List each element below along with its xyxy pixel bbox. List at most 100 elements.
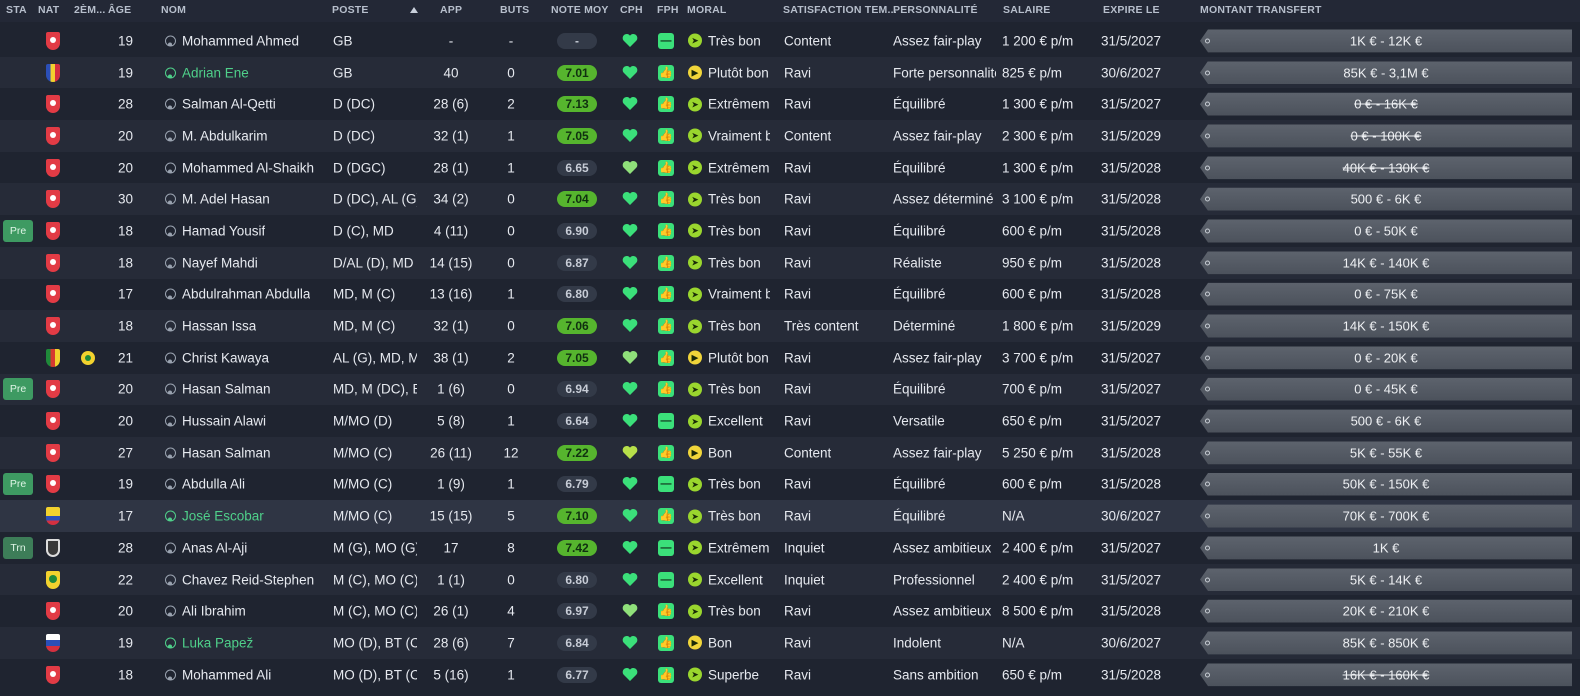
player-name-link[interactable]: José Escobar bbox=[165, 509, 264, 524]
player-name[interactable]: Mohammed Al-Shaikh bbox=[182, 160, 314, 175]
nationality-flag-icon[interactable] bbox=[46, 475, 60, 494]
nationality-flag-icon[interactable] bbox=[46, 507, 60, 526]
transfer-value-badge[interactable]: 0 € - 75K € bbox=[1200, 282, 1572, 306]
player-name[interactable]: Ali Ibrahim bbox=[182, 604, 246, 619]
table-row[interactable]: 18 Hassan Issa MD, M (C) 32 (1) 0 7.06 👍 ➤ Très … bbox=[0, 310, 1580, 342]
player-name[interactable]: Christ Kawaya bbox=[182, 350, 269, 365]
transfer-value-badge[interactable]: 0 € - 20K € bbox=[1200, 346, 1572, 370]
col-montant-header[interactable]: MONTANT TRANSFERT bbox=[1200, 4, 1322, 16]
transfer-value-badge[interactable]: 1K € - 12K € bbox=[1200, 29, 1572, 53]
nationality-flag-icon[interactable] bbox=[46, 95, 60, 114]
col-personnalite-header[interactable]: PERSONNALITÉ bbox=[893, 4, 978, 16]
nationality-flag-icon[interactable] bbox=[46, 126, 60, 145]
col-sta-header[interactable]: STA bbox=[6, 4, 27, 16]
nationality-flag-icon[interactable] bbox=[46, 380, 60, 399]
col-cph-header[interactable]: CPH bbox=[620, 4, 643, 16]
transfer-value-badge[interactable]: 85K € - 850K € bbox=[1200, 631, 1572, 655]
table-row[interactable]: Pre 19 Abdulla Ali M/MO (C) 1 (9) 1 6.79 — ➤ Très… bbox=[0, 468, 1580, 501]
player-name-link[interactable]: M. Abdulkarim bbox=[165, 128, 268, 143]
player-name[interactable]: Abdulrahman Abdulla bbox=[182, 287, 310, 302]
col-age-header[interactable]: ÂGE bbox=[108, 4, 131, 16]
status-badge[interactable]: Pre bbox=[3, 378, 33, 401]
nationality-flag-icon[interactable] bbox=[46, 348, 60, 367]
player-name-link[interactable]: Mohammed Ahmed bbox=[165, 33, 299, 48]
player-name-link[interactable]: Mohammed Al-Shaikh bbox=[165, 160, 314, 175]
nationality-flag-icon[interactable] bbox=[46, 190, 60, 209]
table-row[interactable]: 30 M. Adel Hasan D (DC), AL (G) 34 (2) 0 7.04… bbox=[0, 183, 1580, 216]
nationality-flag-icon[interactable] bbox=[46, 285, 60, 304]
table-row[interactable]: Pre 20 Hasan Salman MD, M (DC), BT 1 (6) 0 6.9… bbox=[0, 373, 1580, 406]
transfer-value-badge[interactable]: 40K € - 130K € bbox=[1200, 156, 1572, 180]
col-nom-header[interactable]: NOM bbox=[161, 4, 186, 16]
nationality-flag-icon[interactable] bbox=[46, 63, 60, 82]
player-name[interactable]: José Escobar bbox=[182, 509, 264, 524]
transfer-value-badge[interactable]: 500 € - 6K € bbox=[1200, 409, 1572, 433]
table-row[interactable]: 18 Mohammed Ali MO (D), BT (C) 5 (16) 1 6.77 👍… bbox=[0, 658, 1580, 691]
nationality-flag-icon[interactable] bbox=[46, 665, 60, 684]
nationality-flag-icon[interactable] bbox=[46, 253, 60, 272]
table-row[interactable]: 22 Chavez Reid-Stephen M (C), MO (C) 1 (1) 0… bbox=[0, 563, 1580, 596]
sort-ascending-icon[interactable] bbox=[410, 7, 418, 13]
nationality-flag-icon[interactable] bbox=[46, 538, 60, 557]
player-name-link[interactable]: Chavez Reid-Stephen bbox=[165, 572, 314, 587]
player-name-link[interactable]: Abdulrahman Abdulla bbox=[165, 287, 310, 302]
player-name[interactable]: Adrian Ene bbox=[182, 65, 249, 80]
table-row[interactable]: 17 José Escobar M/MO (C) 15 (15) 5 7.10 👍 ➤ Très… bbox=[0, 500, 1580, 532]
nationality-flag-icon[interactable] bbox=[46, 31, 60, 50]
player-name[interactable]: Anas Al-Aji bbox=[182, 540, 247, 555]
transfer-value-badge[interactable]: 0 € - 16K € bbox=[1200, 92, 1572, 116]
table-row[interactable]: 27 Hasan Salman M/MO (C) 26 (11) 12 7.22 👍 ▶ Bon… bbox=[0, 436, 1580, 469]
status-badge[interactable]: Trn bbox=[3, 536, 33, 559]
player-name[interactable]: Nayef Mahdi bbox=[182, 255, 258, 270]
transfer-value-badge[interactable]: 20K € - 210K € bbox=[1200, 599, 1572, 623]
second-nationality-flag-icon[interactable] bbox=[81, 350, 95, 365]
table-row[interactable]: 18 Nayef Mahdi D/AL (D), MD 14 (15) 0 6.87 👍 ➤ T… bbox=[0, 246, 1580, 279]
player-name[interactable]: Hussain Alawi bbox=[182, 414, 266, 429]
nationality-flag-icon[interactable] bbox=[46, 221, 60, 240]
nationality-flag-icon[interactable] bbox=[46, 443, 60, 462]
player-name-link[interactable]: Hamad Yousif bbox=[165, 223, 265, 238]
col-expire-header[interactable]: EXPIRE LE bbox=[1103, 4, 1160, 16]
col-salaire-header[interactable]: SALAIRE bbox=[1003, 4, 1051, 16]
player-name[interactable]: Mohammed Ali bbox=[182, 667, 271, 682]
player-name[interactable]: Chavez Reid-Stephen bbox=[182, 572, 314, 587]
player-name-link[interactable]: Luka Papež bbox=[165, 635, 253, 650]
player-name-link[interactable]: Hassan Issa bbox=[165, 319, 256, 334]
col-nat-header[interactable]: NAT bbox=[38, 4, 59, 16]
col-poste-header[interactable]: POSTE bbox=[332, 4, 369, 16]
transfer-value-badge[interactable]: 5K € - 55K € bbox=[1200, 441, 1572, 465]
transfer-value-badge[interactable]: 0 € - 50K € bbox=[1200, 219, 1572, 243]
status-badge[interactable]: Pre bbox=[3, 473, 33, 496]
player-name[interactable]: Abdulla Ali bbox=[182, 477, 245, 492]
col-moral-header[interactable]: MORAL bbox=[687, 4, 727, 16]
player-name[interactable]: Luka Papež bbox=[182, 635, 253, 650]
table-row[interactable]: Pre 18 Hamad Yousif D (C), MD 4 (11) 0 6.90 👍 ➤ T… bbox=[0, 215, 1580, 247]
table-row[interactable]: Trn 28 Anas Al-Aji M (G), MO (G) 17 8 7.42 — ➤ Ex… bbox=[0, 532, 1580, 564]
table-row[interactable]: 28 Salman Al-Qetti D (DC) 28 (6) 2 7.13 👍 ➤ Extr… bbox=[0, 88, 1580, 121]
table-row[interactable]: 20 M. Abdulkarim D (DC) 32 (1) 1 7.05 👍 ➤ Vraime… bbox=[0, 120, 1580, 152]
player-name-link[interactable]: Ali Ibrahim bbox=[165, 604, 246, 619]
transfer-value-badge[interactable]: 0 € - 100K € bbox=[1200, 124, 1572, 148]
nationality-flag-icon[interactable] bbox=[46, 633, 60, 652]
table-row[interactable]: 19 Adrian Ene GB 40 0 7.01 👍 ▶ Plutôt bon Ravi For… bbox=[0, 56, 1580, 89]
col-satisfaction-header[interactable]: SATISFACTION TEM... bbox=[783, 4, 897, 16]
player-name-link[interactable]: Mohammed Ali bbox=[165, 667, 271, 682]
transfer-value-badge[interactable]: 14K € - 140K € bbox=[1200, 251, 1572, 275]
transfer-value-badge[interactable]: 0 € - 45K € bbox=[1200, 377, 1572, 401]
player-name[interactable]: Mohammed Ahmed bbox=[182, 33, 299, 48]
nationality-flag-icon[interactable] bbox=[46, 158, 60, 177]
transfer-value-badge[interactable]: 14K € - 150K € bbox=[1200, 314, 1572, 338]
col-buts-header[interactable]: BUTS bbox=[500, 4, 529, 16]
col-note-header[interactable]: NOTE MOY bbox=[551, 4, 609, 16]
player-name-link[interactable]: Hasan Salman bbox=[165, 445, 271, 460]
player-name[interactable]: Salman Al-Qetti bbox=[182, 97, 276, 112]
nationality-flag-icon[interactable] bbox=[46, 602, 60, 621]
col-app-header[interactable]: APP bbox=[440, 4, 462, 16]
nationality-flag-icon[interactable] bbox=[46, 317, 60, 336]
player-name-link[interactable]: Christ Kawaya bbox=[165, 350, 269, 365]
status-badge[interactable]: Pre bbox=[3, 219, 33, 242]
table-row[interactable]: 19 Mohammed Ahmed GB - - - — ➤ Très bon Content As… bbox=[0, 25, 1580, 57]
player-name[interactable]: Hasan Salman bbox=[182, 445, 271, 460]
player-name[interactable]: Hasan Salman bbox=[182, 382, 271, 397]
transfer-value-badge[interactable]: 5K € - 14K € bbox=[1200, 568, 1572, 592]
